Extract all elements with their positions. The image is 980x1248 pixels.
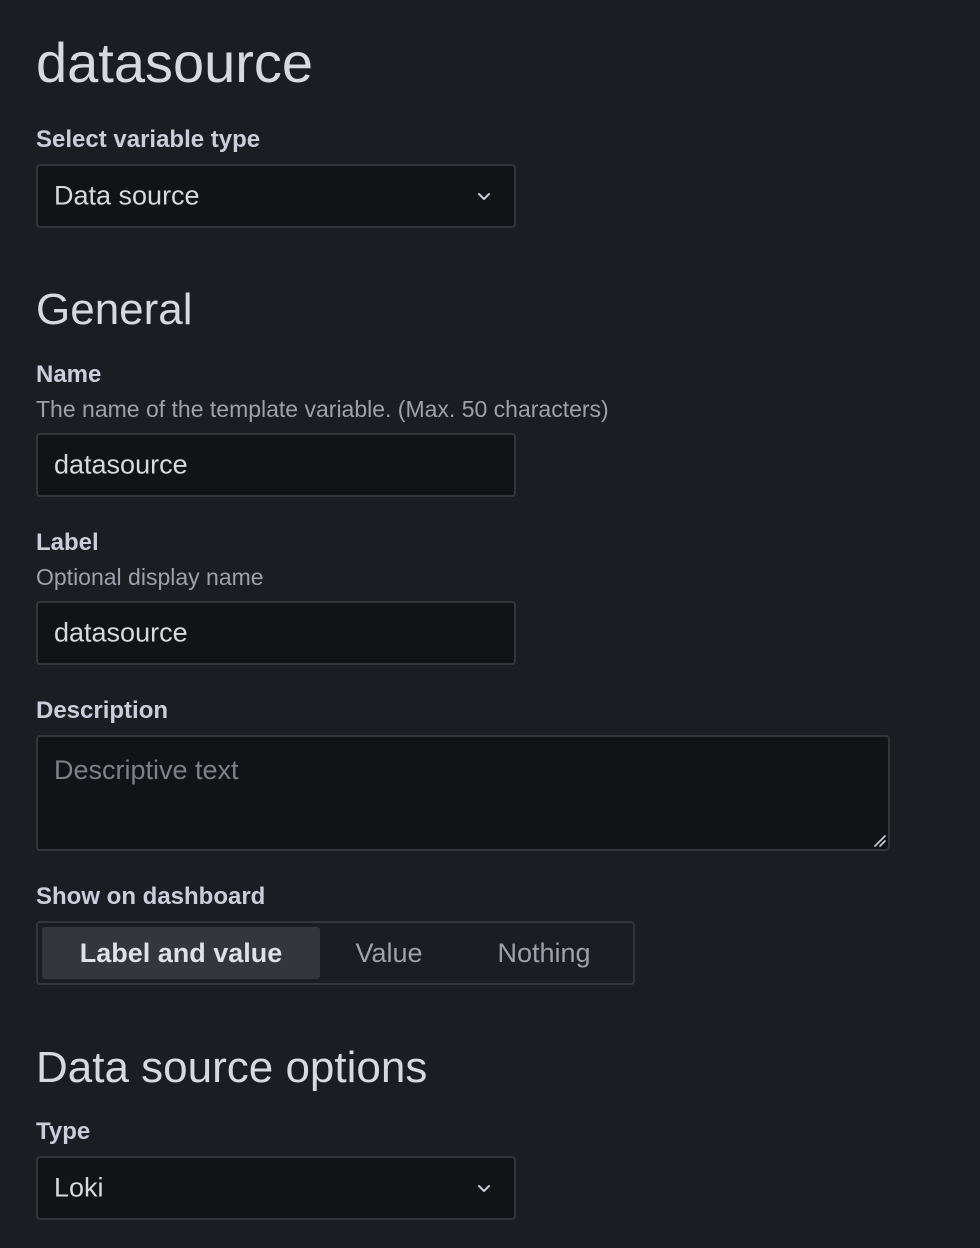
option-value[interactable]: Value: [334, 927, 444, 979]
variable-type-value: Data source: [54, 180, 200, 211]
label-field-description: Optional display name: [36, 564, 264, 590]
variable-editor: datasource Select variable type Data sou…: [0, 0, 980, 1248]
name-input-value: datasource: [54, 449, 188, 480]
show-on-dashboard-radio-group: Label and value Value Nothing: [36, 921, 635, 985]
label-input-value: datasource: [54, 617, 188, 648]
name-label: Name: [36, 361, 102, 388]
type-select-value: Loki: [54, 1172, 104, 1203]
resize-handle-icon[interactable]: [872, 833, 886, 847]
option-nothing[interactable]: Nothing: [468, 927, 620, 979]
variable-type-select[interactable]: Data source: [36, 164, 516, 228]
show-on-dashboard-label: Show on dashboard: [36, 883, 266, 910]
general-heading: General: [36, 285, 193, 334]
label-field-label: Label: [36, 529, 99, 556]
name-description: The name of the template variable. (Max.…: [36, 396, 609, 422]
description-textarea[interactable]: Descriptive text: [36, 735, 890, 851]
description-placeholder: Descriptive text: [54, 755, 239, 785]
type-label: Type: [36, 1118, 91, 1145]
page-title: datasource: [36, 31, 314, 94]
type-select[interactable]: Loki: [36, 1156, 516, 1220]
option-label-and-value[interactable]: Label and value: [42, 927, 320, 979]
label-input[interactable]: datasource: [36, 601, 516, 665]
name-input[interactable]: datasource: [36, 433, 516, 497]
datasource-options-heading: Data source options: [36, 1043, 428, 1092]
chevron-down-icon: [478, 193, 490, 200]
variable-type-label: Select variable type: [36, 126, 261, 153]
description-label: Description: [36, 697, 169, 724]
chevron-down-icon: [478, 1185, 490, 1192]
